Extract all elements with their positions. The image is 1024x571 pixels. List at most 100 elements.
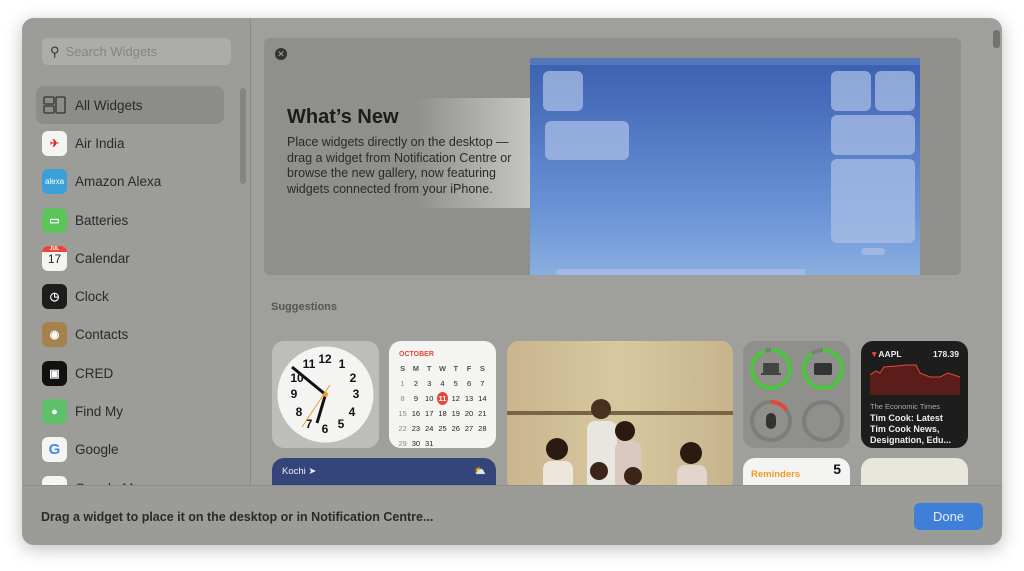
- keyboard-icon: [814, 363, 832, 375]
- sidebar-item-label: CRED: [75, 365, 114, 381]
- weather-city: Kochi: [282, 466, 306, 477]
- calendar-day: 30: [411, 439, 421, 448]
- sidebar-item-air-india[interactable]: ✈ Air India: [36, 124, 224, 162]
- sidebar-item-label: Batteries: [75, 212, 129, 228]
- clock-icon: ◷: [42, 284, 67, 310]
- calendar-day: 3: [427, 379, 432, 388]
- find-my-icon: ●: [42, 399, 67, 425]
- calendar-day: 18: [438, 409, 447, 418]
- widgets-grid-icon: [42, 95, 67, 115]
- calendar-day: 1: [400, 379, 405, 388]
- done-button[interactable]: Done: [914, 503, 983, 530]
- calendar-day: 4: [440, 379, 445, 388]
- reminders-count: 5: [833, 461, 841, 477]
- calendar-day: 31: [425, 439, 434, 448]
- calendar-day: 24: [425, 424, 434, 433]
- svg-text:8: 8: [296, 405, 303, 419]
- calendar-day: 12: [451, 394, 460, 403]
- svg-text:9: 9: [291, 387, 298, 401]
- calendar-day: 25: [438, 424, 447, 433]
- calendar-day: 21: [478, 409, 487, 418]
- sidebar-item-calendar[interactable]: JUL 17 Calendar: [36, 239, 224, 277]
- stock-chart: [869, 364, 961, 395]
- svg-text:2: 2: [350, 371, 357, 385]
- sidebar-item-batteries[interactable]: ▭ Batteries: [36, 201, 224, 239]
- contacts-icon: ◉: [42, 322, 67, 348]
- battery-icon: ▭: [42, 207, 67, 233]
- main-scrollbar[interactable]: [993, 30, 1000, 48]
- svg-text:12: 12: [318, 352, 332, 366]
- calendar-today: 11: [436, 392, 449, 405]
- calendar-day: 15: [398, 409, 407, 418]
- alexa-icon: alexa: [42, 169, 67, 195]
- svg-text:6: 6: [322, 422, 329, 436]
- search-input[interactable]: [65, 44, 216, 59]
- news-headline: Tim Cook: Latest Tim Cook News, Designat…: [870, 413, 952, 445]
- desktop-illustration: [530, 58, 920, 275]
- calendar-day: 27: [464, 424, 474, 433]
- sidebar-item-cred[interactable]: ▣ CRED: [36, 354, 224, 392]
- battery-rings: [750, 348, 844, 442]
- search-field[interactable]: ⚲: [42, 38, 231, 65]
- sidebar-item-label: Google: [75, 442, 119, 458]
- weekday-label: M: [412, 364, 420, 373]
- calendar-day: [477, 437, 488, 448]
- sidebar-item-google[interactable]: G Google: [36, 431, 224, 469]
- svg-text:5: 5: [338, 417, 345, 431]
- air-india-icon: ✈: [42, 130, 67, 156]
- location-arrow-icon: ➤: [308, 466, 317, 477]
- news-source: The Economic Times: [870, 402, 941, 411]
- calendar-month: OCTOBER: [399, 351, 434, 358]
- batteries-widget[interactable]: [743, 341, 850, 448]
- hero-body: Place widgets directly on the desktop — …: [287, 135, 512, 196]
- stocks-widget[interactable]: ▼AAPL 178.39 The Economic Times Tim Cook…: [861, 341, 968, 448]
- weekday-label: S: [479, 364, 485, 373]
- reminders-title: Reminders: [751, 469, 801, 480]
- photo-widget[interactable]: [507, 341, 733, 491]
- partly-cloudy-icon: ⛅: [474, 466, 486, 477]
- clock-widget[interactable]: 12 3 6 9 1 2 4 5 7 8 10 11: [272, 341, 379, 448]
- calendar-day: 28: [478, 424, 487, 433]
- calendar-day: 2: [413, 379, 418, 388]
- calendar-day: 13: [464, 394, 474, 403]
- sidebar-item-amazon-alexa[interactable]: alexa Amazon Alexa: [36, 163, 224, 201]
- calendar-day: 14: [478, 394, 487, 403]
- calendar-day: 7: [480, 379, 485, 388]
- battery-ring-track: [802, 400, 844, 442]
- calendar-day: [437, 437, 448, 448]
- widget-gallery-window: ⚲ All Widgets ✈ Air India alexa Amazon Alexa…: [22, 18, 1002, 545]
- calendar-day: [463, 437, 474, 448]
- calendar-day: 23: [411, 424, 421, 433]
- svg-text:1: 1: [339, 357, 346, 371]
- calendar-day: 16: [411, 409, 421, 418]
- calendar-day: 9: [413, 394, 418, 403]
- sidebar-item-label: All Widgets: [75, 97, 143, 113]
- weekday-label: F: [466, 364, 472, 373]
- stock-symbol: ▼AAPL: [870, 349, 902, 359]
- calendar-day: 10: [425, 394, 434, 403]
- analog-clock-icon: 123691245781011: [277, 346, 374, 443]
- close-icon[interactable]: ✕: [275, 48, 287, 60]
- sidebar-scrollbar[interactable]: [240, 88, 246, 184]
- calendar-day: 22: [398, 424, 407, 433]
- calendar-icon: JUL 17: [42, 245, 67, 271]
- calendar-day: 19: [451, 409, 460, 418]
- svg-text:3: 3: [353, 387, 360, 401]
- sidebar-item-clock[interactable]: ◷ Clock: [36, 277, 224, 315]
- sidebar-item-all-widgets[interactable]: All Widgets: [36, 86, 224, 125]
- family-photo: [507, 399, 733, 491]
- whats-new-banner: ✕ What’s New Place widgets directly on t…: [264, 38, 961, 275]
- hero-title: What’s New: [287, 106, 399, 128]
- sidebar-item-contacts[interactable]: ◉ Contacts: [36, 316, 224, 354]
- calendar-day: 8: [400, 394, 405, 403]
- laptop-icon: [761, 363, 781, 375]
- calendar-widget[interactable]: OCTOBER S M T W T F S 1 2 3 4 5 6 7 8 9 10 11 12 13 14 15 16 17…: [389, 341, 496, 448]
- suggestions-heading: Suggestions: [271, 301, 338, 313]
- calendar-day: 6: [466, 379, 472, 388]
- calendar-day: 29: [398, 439, 407, 448]
- calendar-day: 5: [453, 379, 458, 388]
- weekday-label: T: [453, 364, 459, 373]
- sidebar-item-label: Amazon Alexa: [75, 174, 162, 190]
- weekday-label: W: [438, 364, 447, 373]
- sidebar-item-find-my[interactable]: ● Find My: [36, 392, 224, 430]
